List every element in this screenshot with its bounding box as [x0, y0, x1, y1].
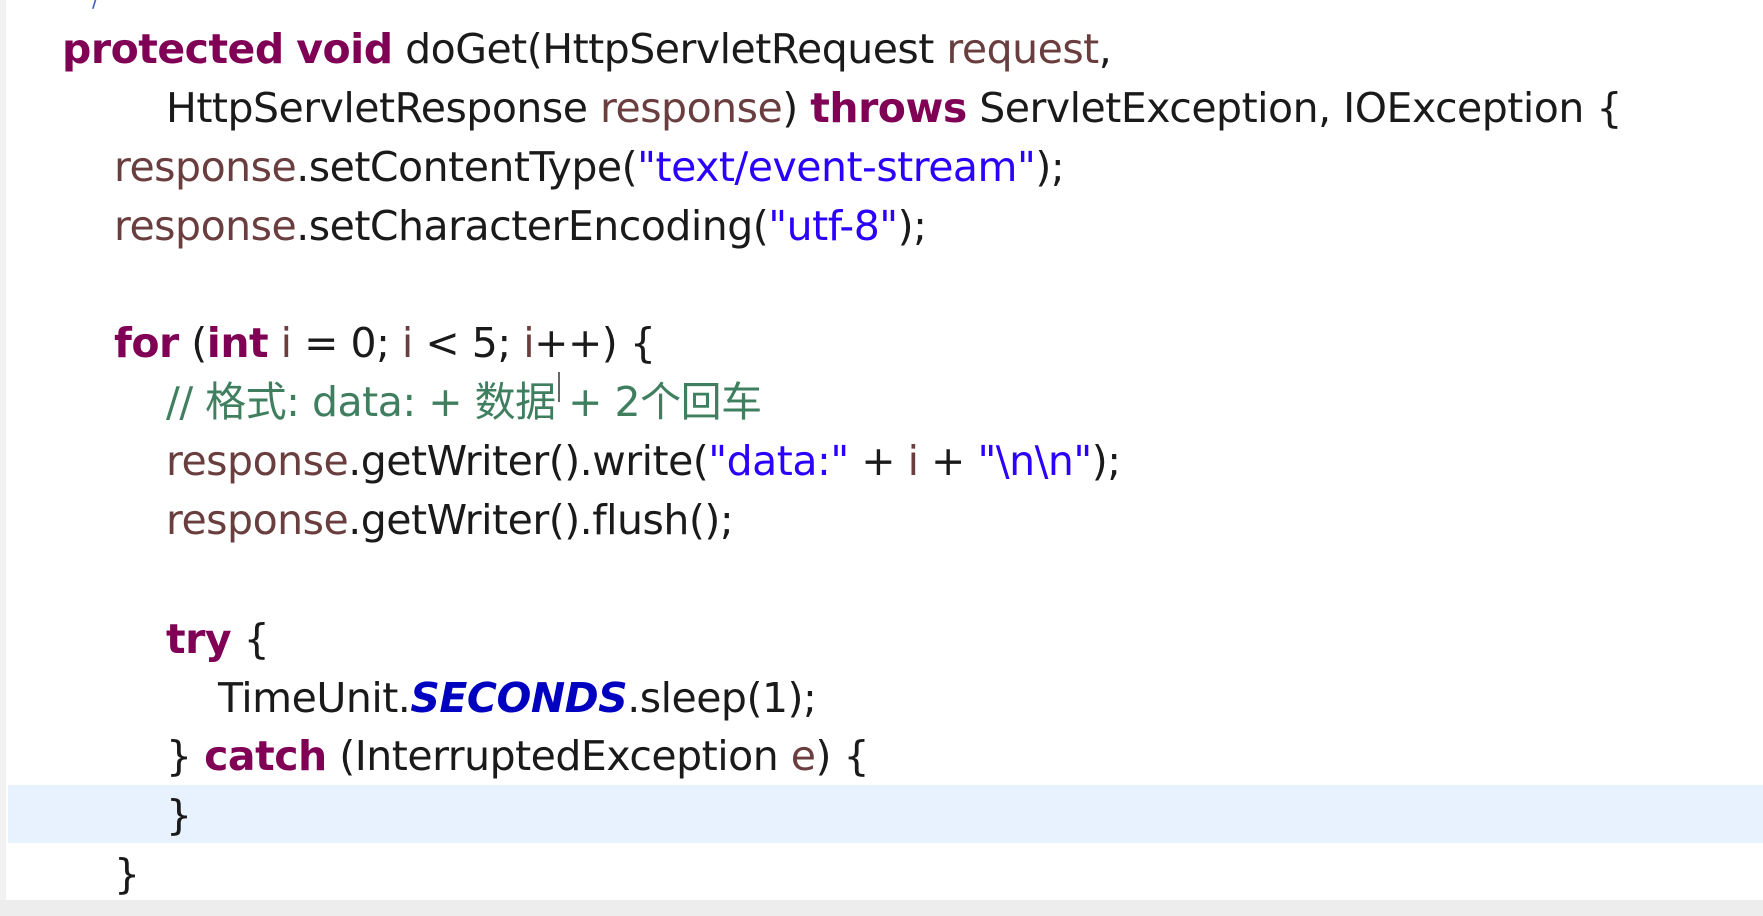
code-token-plain: + [918, 437, 978, 485]
code-token-plain: , [1098, 25, 1112, 73]
code-token-plain: ++) { [534, 319, 656, 367]
code-token-str: "text/event-stream" [637, 143, 1036, 191]
code-token-plain: ) { [815, 732, 870, 780]
code-token-plain: .getWriter().flush(); [348, 496, 734, 544]
code-token-plain: .setContentType( [296, 143, 638, 191]
code-token-kw: catch [204, 732, 327, 780]
code-token-plain: .setCharacterEncoding( [296, 202, 769, 250]
code-token-plain: ); [1091, 437, 1121, 485]
code-token-plain: ); [897, 202, 927, 250]
code-line-method-signature[interactable]: protected void doGet(HttpServletRequest … [62, 20, 1112, 78]
code-token-var: response [600, 84, 783, 132]
code-token-plain: .sleep(1); [627, 674, 817, 722]
code-token-plain: } [114, 850, 140, 898]
code-editor[interactable]: / protected void doGet(HttpServletReques… [0, 0, 1763, 916]
code-token-kw: void [296, 25, 393, 73]
code-token-str: "utf-8" [768, 202, 898, 250]
code-token-var: i [280, 319, 292, 367]
code-token-var: e [790, 732, 816, 780]
code-token-var: response [166, 496, 349, 544]
code-token-plain: ) [782, 84, 811, 132]
code-line-method-signature-cont[interactable]: HttpServletResponse response) throws Ser… [166, 79, 1622, 137]
code-line-for-close[interactable]: } [114, 845, 140, 903]
code-token-plain: + [848, 437, 908, 485]
code-token-var: response [114, 202, 297, 250]
code-token-plain: TimeUnit. [218, 674, 411, 722]
code-token-str: "data:" [708, 437, 849, 485]
code-line-catch[interactable]: } catch (InterruptedException e) { [166, 727, 870, 785]
code-line-set-encoding[interactable]: response.setCharacterEncoding("utf-8"); [114, 197, 927, 255]
javadoc-end-fragment: / [92, 0, 99, 12]
code-token-plain: HttpServletResponse [166, 84, 601, 132]
code-token-const: SECONDS [410, 674, 628, 722]
code-token-cmt: // 格式: data: + 数据 + 2个回车 [166, 378, 762, 426]
code-line-flush[interactable]: response.getWriter().flush(); [166, 491, 734, 549]
code-token-plain: { [231, 615, 270, 663]
code-token-str: "\n\n" [977, 437, 1092, 485]
code-token-kw: try [166, 615, 232, 663]
code-token-plain: = 0; [291, 319, 402, 367]
code-token-kw: protected [62, 25, 284, 73]
code-line-catch-close[interactable]: } [166, 786, 192, 844]
code-line-sleep[interactable]: TimeUnit.SECONDS.sleep(1); [218, 669, 817, 727]
code-token-var: response [166, 437, 349, 485]
code-line-set-content-type[interactable]: response.setContentType("text/event-stre… [114, 138, 1065, 196]
code-token-var: i [401, 319, 413, 367]
code-token-plain: } [166, 732, 205, 780]
code-line-comment[interactable]: // 格式: data: + 数据 + 2个回车 [166, 373, 762, 431]
code-token-kw: int [206, 319, 269, 367]
code-token-plain: .getWriter().write( [348, 437, 709, 485]
code-token-var: i [523, 319, 535, 367]
code-token-kw: for [114, 319, 179, 367]
code-token-plain: (InterruptedException [326, 732, 791, 780]
code-token-var: i [907, 437, 919, 485]
code-line-try[interactable]: try { [166, 610, 270, 668]
code-line-for-loop[interactable]: for (int i = 0; i < 5; i++) { [114, 314, 656, 372]
code-token-plain: < 5; [412, 319, 524, 367]
code-token-plain: ); [1035, 143, 1065, 191]
current-line-highlight [8, 785, 1763, 843]
code-token-plain: } [166, 791, 192, 839]
code-token-kw: throws [810, 84, 967, 132]
code-token-plain: ( [178, 319, 207, 367]
code-token-plain: ServletException, IOException { [966, 84, 1622, 132]
text-cursor [558, 372, 560, 402]
code-line-write-data[interactable]: response.getWriter().write("data:" + i +… [166, 432, 1121, 490]
editor-gutter [0, 0, 6, 916]
code-token-var: response [114, 143, 297, 191]
code-token-plain: doGet(HttpServletRequest [392, 25, 947, 73]
code-token-var: request [946, 25, 1099, 73]
horizontal-scrollbar[interactable] [0, 900, 1763, 916]
